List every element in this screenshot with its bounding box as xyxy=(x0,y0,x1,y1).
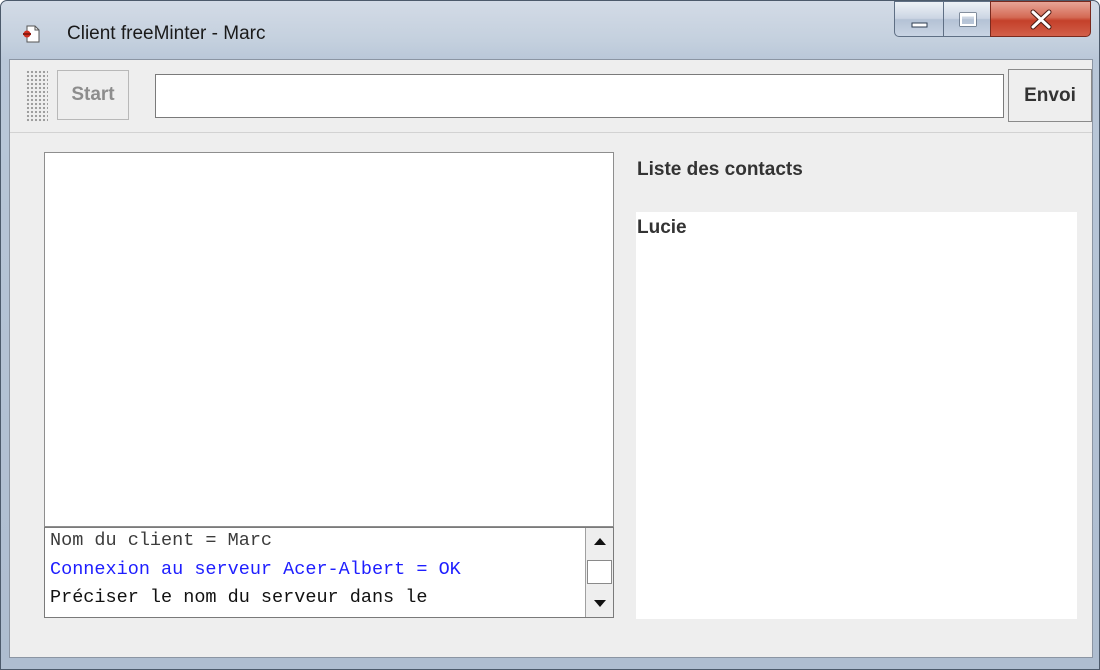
arrow-down-icon xyxy=(594,600,606,607)
minimize-icon xyxy=(911,22,928,28)
log-line: Préciser le nom du serveur dans le xyxy=(50,587,428,608)
log-scrollbar[interactable] xyxy=(585,528,613,617)
close-button[interactable] xyxy=(990,1,1091,37)
contacts-title: Liste des contacts xyxy=(637,159,803,180)
app-icon xyxy=(23,25,40,43)
toolbar: Start Envoi xyxy=(10,60,1092,132)
send-button[interactable]: Envoi xyxy=(1008,69,1092,122)
client-area: Start Envoi Nom du client = Marc Connexi… xyxy=(9,59,1093,658)
minimize-button[interactable] xyxy=(894,1,944,37)
window-title: Client freeMinter - Marc xyxy=(67,23,266,44)
maximize-button[interactable] xyxy=(943,1,991,37)
title-bar[interactable]: Client freeMinter - Marc xyxy=(1,1,1099,59)
scroll-thumb[interactable] xyxy=(587,560,612,584)
application-window: Client freeMinter - Marc Start Envoi Nom… xyxy=(0,0,1100,670)
caption-buttons xyxy=(894,1,1091,39)
log-line: Nom du client = Marc xyxy=(50,530,273,551)
contact-item[interactable]: Lucie xyxy=(637,217,687,239)
message-input[interactable] xyxy=(155,74,1004,118)
close-icon xyxy=(1030,9,1052,30)
contacts-list[interactable]: Lucie xyxy=(636,212,1077,619)
start-button[interactable]: Start xyxy=(57,70,129,120)
arrow-up-icon xyxy=(594,538,606,545)
log-line: Connexion au serveur Acer-Albert = OK xyxy=(50,559,461,580)
toolbar-separator xyxy=(10,132,1092,133)
maximize-icon xyxy=(959,12,977,27)
toolbar-grip[interactable] xyxy=(26,70,48,122)
log-panel[interactable]: Nom du client = Marc Connexion au serveu… xyxy=(44,527,614,618)
chat-area[interactable] xyxy=(44,152,614,527)
scroll-up-button[interactable] xyxy=(586,528,613,555)
scroll-down-button[interactable] xyxy=(586,590,613,617)
